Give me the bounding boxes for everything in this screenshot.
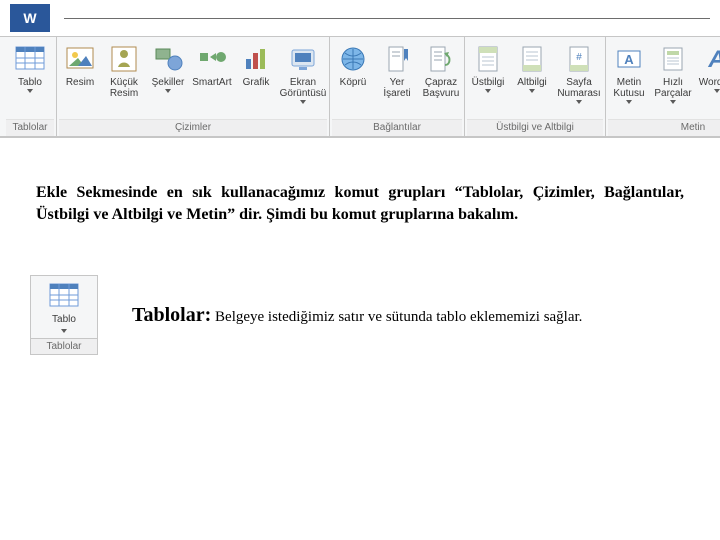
tablolar-desc: Belgeye istediğimiz satır ve sütunda tab… bbox=[215, 309, 582, 325]
mini-panel-label: Tablo bbox=[31, 314, 97, 325]
cmd-ustbilgi-label: Üstbilgi bbox=[472, 77, 505, 99]
screenshot-icon bbox=[287, 43, 319, 75]
ribbon-wrap: W Tablo Tablolar bbox=[0, 0, 720, 138]
tablolar-heading: Tablolar: bbox=[132, 304, 211, 326]
cmd-wordart-label: WordArt bbox=[699, 77, 720, 99]
cmd-yerisareti-label: Yerİşareti bbox=[383, 77, 410, 99]
cmd-hizlipar-label: HızlıParçalar bbox=[654, 77, 691, 104]
quickparts-icon bbox=[657, 43, 689, 75]
mini-panel-group: Tablolar bbox=[31, 338, 97, 354]
chevron-down-icon bbox=[626, 100, 632, 104]
cmd-smartart-label: SmartArt bbox=[192, 77, 231, 99]
group-metin: A MetinKutusu HızlıParçalar A WordArt bbox=[606, 37, 720, 136]
intro-paragraph: Ekle Sekmesinde en sık kullanacağımız ko… bbox=[36, 182, 684, 225]
ribbon: Tablo Tablolar Resim KüçükResim bbox=[0, 37, 720, 137]
group-name-cizimler: Çizimler bbox=[59, 119, 327, 136]
crossref-icon bbox=[425, 43, 457, 75]
cmd-caprazbas-label: ÇaprazBaşvuru bbox=[423, 77, 460, 99]
tablolar-row: Tablo Tablolar Tablolar: Belgeye istediğ… bbox=[36, 275, 684, 355]
table-icon bbox=[14, 43, 46, 75]
group-baglantilar: Köprü Yerİşareti ÇaprazBaşvuru Bağlantıl… bbox=[330, 37, 465, 136]
cmd-resim[interactable]: Resim bbox=[59, 41, 101, 99]
svg-text:A: A bbox=[707, 46, 720, 73]
textbox-icon: A bbox=[613, 43, 645, 75]
cmd-ekrangor-label: EkranGörüntüsü bbox=[280, 77, 327, 104]
cmd-sayfanum-label: SayfaNumarası bbox=[557, 77, 600, 104]
chevron-down-icon bbox=[670, 100, 676, 104]
top-rule bbox=[64, 18, 710, 19]
hyperlink-icon bbox=[337, 43, 369, 75]
cmd-smartart[interactable]: SmartArt bbox=[191, 41, 233, 99]
cmd-sekiller[interactable]: Şekiller bbox=[147, 41, 189, 99]
chevron-down-icon bbox=[485, 89, 491, 93]
group-tablolar: Tablo Tablolar bbox=[4, 37, 57, 136]
group-name-metin: Metin bbox=[608, 119, 720, 136]
group-name-tablolar: Tablolar bbox=[6, 119, 54, 136]
document-body: Ekle Sekmesinde en sık kullanacağımız ko… bbox=[0, 138, 720, 355]
table-icon bbox=[48, 280, 80, 312]
footer-icon bbox=[516, 43, 548, 75]
cmd-metinkutusu-label: MetinKutusu bbox=[613, 77, 644, 104]
cmd-ustbilgi[interactable]: Üstbilgi bbox=[467, 41, 509, 99]
cmd-sekiller-label: Şekiller bbox=[152, 77, 185, 99]
smartart-icon bbox=[196, 43, 228, 75]
group-name-ustaltbilgi: Üstbilgi ve Altbilgi bbox=[467, 119, 603, 136]
header-icon bbox=[472, 43, 504, 75]
cmd-altbilgi-label: Altbilgi bbox=[517, 77, 546, 99]
chevron-down-icon bbox=[27, 89, 33, 93]
ribbon-top-bar: W bbox=[0, 0, 720, 37]
chevron-down-icon bbox=[300, 100, 306, 104]
chevron-down-icon bbox=[165, 89, 171, 93]
chevron-down-icon bbox=[576, 100, 582, 104]
chart-icon bbox=[240, 43, 272, 75]
cmd-kucukresim-label: KüçükResim bbox=[110, 77, 138, 99]
wordart-icon: A bbox=[701, 43, 720, 75]
bookmark-icon bbox=[381, 43, 413, 75]
cmd-kopru[interactable]: Köprü bbox=[332, 41, 374, 99]
cmd-grafik[interactable]: Grafik bbox=[235, 41, 277, 99]
mini-panel-top[interactable]: Tablo bbox=[31, 276, 97, 338]
clipart-icon bbox=[108, 43, 140, 75]
cmd-caprazbas[interactable]: ÇaprazBaşvuru bbox=[420, 41, 462, 99]
cmd-tablo-label: Tablo bbox=[18, 77, 42, 99]
cmd-kucukresim[interactable]: KüçükResim bbox=[103, 41, 145, 99]
cmd-sayfanum[interactable]: # SayfaNumarası bbox=[555, 41, 603, 104]
svg-text:A: A bbox=[624, 52, 634, 67]
cmd-kopru-label: Köprü bbox=[340, 77, 367, 99]
chevron-down-icon bbox=[61, 329, 67, 333]
cmd-yerisareti[interactable]: Yerİşareti bbox=[376, 41, 418, 99]
cmd-ekrangor[interactable]: EkranGörüntüsü bbox=[279, 41, 327, 104]
cmd-metinkutusu[interactable]: A MetinKutusu bbox=[608, 41, 650, 104]
shapes-icon bbox=[152, 43, 184, 75]
cmd-resim-label: Resim bbox=[66, 77, 94, 99]
cmd-hizlipar[interactable]: HızlıParçalar bbox=[652, 41, 694, 104]
chevron-down-icon bbox=[529, 89, 535, 93]
cmd-grafik-label: Grafik bbox=[243, 77, 270, 99]
app-word-badge: W bbox=[10, 4, 50, 32]
cmd-wordart[interactable]: A WordArt bbox=[696, 41, 720, 99]
group-ustaltbilgi: Üstbilgi Altbilgi # SayfaNumarası Üstbil… bbox=[465, 37, 606, 136]
tablolar-mini-panel: Tablo Tablolar bbox=[30, 275, 98, 355]
cmd-tablo[interactable]: Tablo bbox=[6, 41, 54, 99]
group-name-baglantilar: Bağlantılar bbox=[332, 119, 462, 136]
chevron-down-icon bbox=[714, 89, 720, 93]
svg-text:#: # bbox=[576, 52, 582, 63]
app-word-letter: W bbox=[23, 10, 36, 26]
group-cizimler: Resim KüçükResim Şekiller bbox=[57, 37, 330, 136]
cmd-altbilgi[interactable]: Altbilgi bbox=[511, 41, 553, 99]
picture-icon bbox=[64, 43, 96, 75]
tablolar-text: Tablolar: Belgeye istediğimiz satır ve s… bbox=[132, 302, 684, 329]
pagenumber-icon: # bbox=[563, 43, 595, 75]
